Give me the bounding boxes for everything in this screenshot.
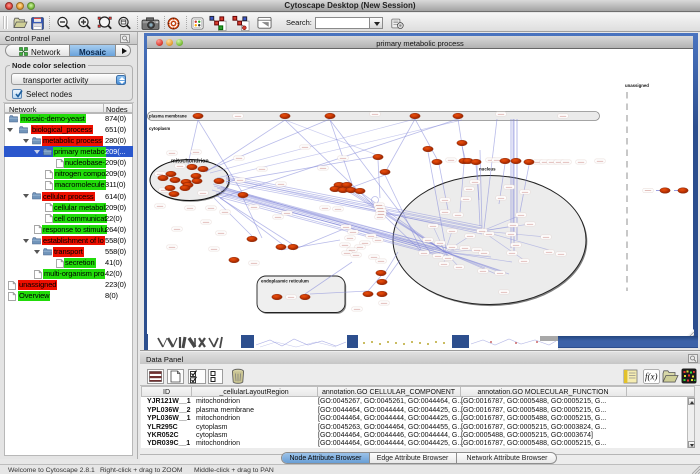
svg-text:nucleus: nucleus bbox=[479, 167, 496, 172]
svg-text:plasma membrane: plasma membrane bbox=[149, 113, 187, 118]
svg-text:mitochondrion: mitochondrion bbox=[171, 159, 209, 165]
svg-text:f(x): f(x) bbox=[645, 372, 658, 382]
svg-text:cytoplasm: cytoplasm bbox=[149, 126, 170, 131]
svg-text:unassigned: unassigned bbox=[625, 83, 649, 88]
svg-text:endoplasmic reticulum: endoplasmic reticulum bbox=[261, 279, 309, 284]
